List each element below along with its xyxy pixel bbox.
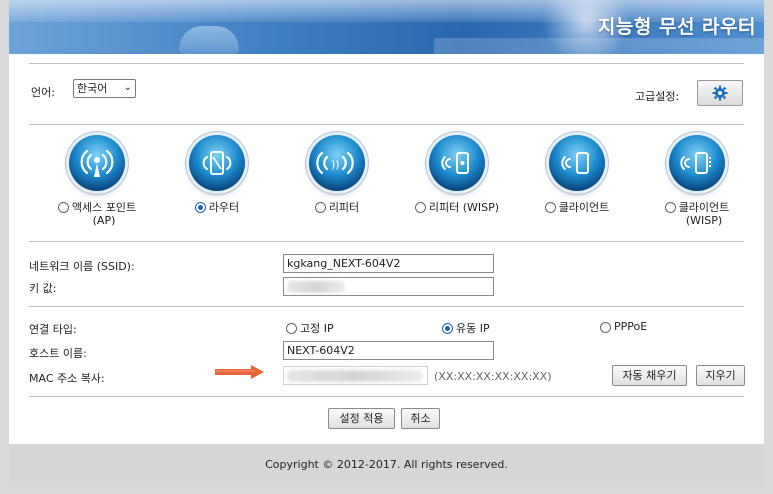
conn-pppoe-label: PPPoE: [614, 320, 648, 333]
cancel-button[interactable]: 취소: [401, 408, 440, 429]
mode-access-point[interactable]: 액세스 포인트 (AP): [37, 135, 157, 227]
mac-value-redacted: [287, 370, 422, 382]
conn-pppoe-option[interactable]: PPPoE: [600, 320, 647, 333]
hostname-label: 호스트 이름:: [29, 347, 87, 360]
mode-radio-router[interactable]: [194, 202, 206, 213]
repeater-wisp-icon: [429, 135, 485, 191]
ssid-input[interactable]: kgkang_NEXT-604V2: [283, 254, 494, 273]
mode-label-router: 라우터: [208, 201, 240, 214]
mode-repeater-wisp[interactable]: 리피터 (WISP): [397, 135, 517, 216]
divider: [29, 306, 744, 307]
operation-mode-group: 액세스 포인트 (AP) 라우터)) 리피터 리피터 (WISP) 클라이언트…: [9, 135, 764, 235]
ssid-value: kgkang_NEXT-604V2: [287, 257, 401, 270]
language-select-value: 한국어: [77, 82, 108, 95]
divider: [29, 124, 744, 125]
hostname-value: NEXT-604V2: [287, 344, 355, 357]
mode-radio-client[interactable]: [544, 202, 556, 213]
mac-clone-label: MAC 주소 복사:: [29, 372, 105, 385]
banner-graphic: [179, 26, 239, 54]
mode-label-ap-sub: (AP): [92, 214, 116, 227]
mode-label-client-wisp-sub: (WISP): [685, 214, 723, 227]
mode-router[interactable]: 라우터: [157, 135, 277, 216]
mode-radio-client-wisp[interactable]: [664, 202, 676, 213]
router-settings-window: 지능형 무선 라우터 언어: 한국어 ⌄ 고급설정: 액세스 포인트 (AP) …: [9, 0, 764, 486]
conn-pppoe-radio[interactable]: [600, 321, 611, 333]
conn-dynamic-ip-option[interactable]: 유동 IP: [442, 320, 490, 336]
mode-radio-repeater-wisp[interactable]: [414, 202, 426, 213]
advanced-settings-button[interactable]: [697, 80, 743, 106]
key-label: 키 값:: [29, 282, 57, 295]
banner-title: 지능형 무선 라우터: [597, 16, 756, 38]
language-label: 언어:: [31, 86, 55, 99]
mode-label-repeater: 리피터: [328, 201, 360, 214]
clear-button[interactable]: 지우기: [696, 365, 745, 386]
mode-label-ap: 액세스 포인트: [71, 201, 137, 214]
chevron-down-icon: ⌄: [123, 82, 132, 93]
conn-dynamic-ip-radio[interactable]: [442, 323, 453, 334]
key-value-redacted: [287, 281, 345, 293]
connection-type-label: 연결 타입:: [29, 323, 77, 336]
autofill-button[interactable]: 자동 채우기: [612, 365, 687, 386]
mac-format-hint: (XX:XX:XX:XX:XX:XX): [434, 370, 552, 383]
gear-icon: [712, 85, 728, 101]
mode-repeater[interactable]: )) 리피터: [277, 135, 397, 216]
client-wisp-icon: [669, 135, 725, 191]
advanced-settings-label: 고급설정:: [635, 90, 680, 103]
access-point-icon: [69, 135, 125, 191]
hostname-input[interactable]: NEXT-604V2: [283, 341, 494, 360]
mode-label-client-wisp: 클라이언트: [678, 201, 730, 214]
repeater-icon: )): [309, 135, 365, 191]
client-icon: [549, 135, 605, 191]
mode-client-wisp[interactable]: 클라이언트 (WISP): [637, 135, 757, 227]
divider: [29, 396, 744, 397]
mode-label-client: 클라이언트: [558, 201, 610, 214]
divider: [29, 241, 744, 242]
arrow-pointer-icon: [215, 365, 264, 379]
svg-text:)): )): [331, 158, 340, 171]
language-select[interactable]: 한국어 ⌄: [73, 79, 136, 98]
mode-radio-repeater[interactable]: [314, 202, 326, 213]
conn-static-ip-label: 고정 IP: [300, 322, 334, 335]
copyright-text: Copyright © 2012-2017. All rights reserv…: [265, 458, 508, 471]
ssid-label: 네트워크 이름 (SSID):: [29, 260, 135, 273]
conn-static-ip-option[interactable]: 고정 IP: [286, 320, 334, 336]
apply-button[interactable]: 설정 적용: [328, 408, 395, 429]
router-icon: [189, 135, 245, 191]
footer: Copyright © 2012-2017. All rights reserv…: [9, 444, 764, 486]
divider: [29, 63, 744, 64]
banner: 지능형 무선 라우터: [9, 0, 764, 54]
mode-client[interactable]: 클라이언트: [517, 135, 637, 216]
conn-static-ip-radio[interactable]: [286, 323, 297, 334]
conn-dynamic-ip-label: 유동 IP: [456, 322, 490, 335]
mode-label-repeater-wisp: 리피터 (WISP): [428, 201, 500, 214]
mode-radio-ap[interactable]: [57, 202, 69, 213]
